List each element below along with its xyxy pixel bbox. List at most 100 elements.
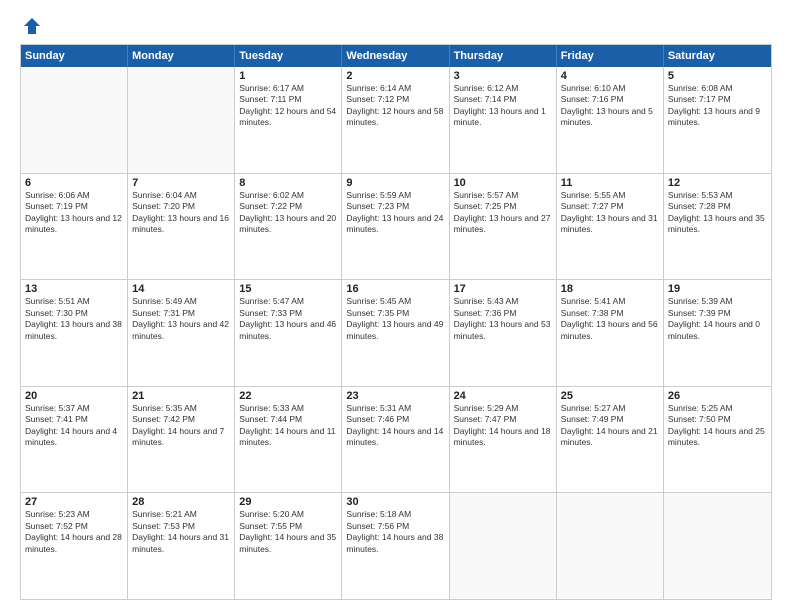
header [20,16,772,36]
empty-cell [664,493,771,599]
day-number: 17 [454,283,552,295]
day-info: Sunrise: 6:06 AM Sunset: 7:19 PM Dayligh… [25,190,123,236]
day-header-friday: Friday [557,45,664,67]
day-cell-8: 8Sunrise: 6:02 AM Sunset: 7:22 PM Daylig… [235,174,342,280]
day-info: Sunrise: 6:02 AM Sunset: 7:22 PM Dayligh… [239,190,337,236]
day-header-wednesday: Wednesday [342,45,449,67]
calendar-week-3: 13Sunrise: 5:51 AM Sunset: 7:30 PM Dayli… [21,279,771,386]
day-info: Sunrise: 5:23 AM Sunset: 7:52 PM Dayligh… [25,509,123,555]
day-cell-10: 10Sunrise: 5:57 AM Sunset: 7:25 PM Dayli… [450,174,557,280]
day-cell-2: 2Sunrise: 6:14 AM Sunset: 7:12 PM Daylig… [342,67,449,173]
day-number: 4 [561,70,659,82]
day-info: Sunrise: 5:47 AM Sunset: 7:33 PM Dayligh… [239,296,337,342]
day-cell-5: 5Sunrise: 6:08 AM Sunset: 7:17 PM Daylig… [664,67,771,173]
day-number: 5 [668,70,767,82]
logo [20,16,42,36]
day-info: Sunrise: 5:33 AM Sunset: 7:44 PM Dayligh… [239,403,337,449]
empty-cell [21,67,128,173]
day-cell-26: 26Sunrise: 5:25 AM Sunset: 7:50 PM Dayli… [664,387,771,493]
calendar-week-5: 27Sunrise: 5:23 AM Sunset: 7:52 PM Dayli… [21,492,771,599]
day-info: Sunrise: 5:31 AM Sunset: 7:46 PM Dayligh… [346,403,444,449]
day-cell-9: 9Sunrise: 5:59 AM Sunset: 7:23 PM Daylig… [342,174,449,280]
day-number: 14 [132,283,230,295]
day-number: 13 [25,283,123,295]
day-cell-21: 21Sunrise: 5:35 AM Sunset: 7:42 PM Dayli… [128,387,235,493]
empty-cell [557,493,664,599]
day-number: 28 [132,496,230,508]
logo-icon [22,16,42,36]
day-cell-24: 24Sunrise: 5:29 AM Sunset: 7:47 PM Dayli… [450,387,557,493]
day-number: 1 [239,70,337,82]
day-cell-20: 20Sunrise: 5:37 AM Sunset: 7:41 PM Dayli… [21,387,128,493]
day-number: 15 [239,283,337,295]
day-info: Sunrise: 5:59 AM Sunset: 7:23 PM Dayligh… [346,190,444,236]
day-info: Sunrise: 6:08 AM Sunset: 7:17 PM Dayligh… [668,83,767,129]
day-number: 11 [561,177,659,189]
day-cell-3: 3Sunrise: 6:12 AM Sunset: 7:14 PM Daylig… [450,67,557,173]
day-cell-19: 19Sunrise: 5:39 AM Sunset: 7:39 PM Dayli… [664,280,771,386]
empty-cell [128,67,235,173]
day-number: 29 [239,496,337,508]
day-number: 21 [132,390,230,402]
day-info: Sunrise: 6:12 AM Sunset: 7:14 PM Dayligh… [454,83,552,129]
calendar-week-4: 20Sunrise: 5:37 AM Sunset: 7:41 PM Dayli… [21,386,771,493]
day-cell-18: 18Sunrise: 5:41 AM Sunset: 7:38 PM Dayli… [557,280,664,386]
day-info: Sunrise: 5:57 AM Sunset: 7:25 PM Dayligh… [454,190,552,236]
calendar-body: 1Sunrise: 6:17 AM Sunset: 7:11 PM Daylig… [21,67,771,599]
day-number: 9 [346,177,444,189]
day-cell-12: 12Sunrise: 5:53 AM Sunset: 7:28 PM Dayli… [664,174,771,280]
day-number: 8 [239,177,337,189]
day-number: 24 [454,390,552,402]
day-cell-16: 16Sunrise: 5:45 AM Sunset: 7:35 PM Dayli… [342,280,449,386]
day-cell-14: 14Sunrise: 5:49 AM Sunset: 7:31 PM Dayli… [128,280,235,386]
day-info: Sunrise: 5:21 AM Sunset: 7:53 PM Dayligh… [132,509,230,555]
day-info: Sunrise: 5:18 AM Sunset: 7:56 PM Dayligh… [346,509,444,555]
day-number: 7 [132,177,230,189]
day-cell-15: 15Sunrise: 5:47 AM Sunset: 7:33 PM Dayli… [235,280,342,386]
day-cell-28: 28Sunrise: 5:21 AM Sunset: 7:53 PM Dayli… [128,493,235,599]
day-cell-29: 29Sunrise: 5:20 AM Sunset: 7:55 PM Dayli… [235,493,342,599]
day-info: Sunrise: 5:51 AM Sunset: 7:30 PM Dayligh… [25,296,123,342]
empty-cell [450,493,557,599]
day-info: Sunrise: 6:10 AM Sunset: 7:16 PM Dayligh… [561,83,659,129]
day-number: 12 [668,177,767,189]
day-info: Sunrise: 5:29 AM Sunset: 7:47 PM Dayligh… [454,403,552,449]
day-cell-7: 7Sunrise: 6:04 AM Sunset: 7:20 PM Daylig… [128,174,235,280]
day-cell-25: 25Sunrise: 5:27 AM Sunset: 7:49 PM Dayli… [557,387,664,493]
day-info: Sunrise: 5:55 AM Sunset: 7:27 PM Dayligh… [561,190,659,236]
day-info: Sunrise: 5:41 AM Sunset: 7:38 PM Dayligh… [561,296,659,342]
day-number: 25 [561,390,659,402]
day-cell-22: 22Sunrise: 5:33 AM Sunset: 7:44 PM Dayli… [235,387,342,493]
day-cell-27: 27Sunrise: 5:23 AM Sunset: 7:52 PM Dayli… [21,493,128,599]
day-info: Sunrise: 5:39 AM Sunset: 7:39 PM Dayligh… [668,296,767,342]
day-info: Sunrise: 6:04 AM Sunset: 7:20 PM Dayligh… [132,190,230,236]
day-info: Sunrise: 6:14 AM Sunset: 7:12 PM Dayligh… [346,83,444,129]
day-info: Sunrise: 5:53 AM Sunset: 7:28 PM Dayligh… [668,190,767,236]
day-info: Sunrise: 5:27 AM Sunset: 7:49 PM Dayligh… [561,403,659,449]
day-number: 19 [668,283,767,295]
day-header-monday: Monday [128,45,235,67]
day-number: 22 [239,390,337,402]
day-cell-1: 1Sunrise: 6:17 AM Sunset: 7:11 PM Daylig… [235,67,342,173]
day-header-saturday: Saturday [664,45,771,67]
day-number: 26 [668,390,767,402]
day-number: 16 [346,283,444,295]
day-info: Sunrise: 5:35 AM Sunset: 7:42 PM Dayligh… [132,403,230,449]
page: SundayMondayTuesdayWednesdayThursdayFrid… [0,0,792,612]
day-info: Sunrise: 6:17 AM Sunset: 7:11 PM Dayligh… [239,83,337,129]
day-number: 27 [25,496,123,508]
day-cell-11: 11Sunrise: 5:55 AM Sunset: 7:27 PM Dayli… [557,174,664,280]
day-number: 2 [346,70,444,82]
day-info: Sunrise: 5:49 AM Sunset: 7:31 PM Dayligh… [132,296,230,342]
day-number: 30 [346,496,444,508]
day-cell-4: 4Sunrise: 6:10 AM Sunset: 7:16 PM Daylig… [557,67,664,173]
day-cell-17: 17Sunrise: 5:43 AM Sunset: 7:36 PM Dayli… [450,280,557,386]
day-info: Sunrise: 5:20 AM Sunset: 7:55 PM Dayligh… [239,509,337,555]
day-info: Sunrise: 5:37 AM Sunset: 7:41 PM Dayligh… [25,403,123,449]
calendar-week-1: 1Sunrise: 6:17 AM Sunset: 7:11 PM Daylig… [21,67,771,173]
day-cell-6: 6Sunrise: 6:06 AM Sunset: 7:19 PM Daylig… [21,174,128,280]
day-info: Sunrise: 5:45 AM Sunset: 7:35 PM Dayligh… [346,296,444,342]
day-info: Sunrise: 5:43 AM Sunset: 7:36 PM Dayligh… [454,296,552,342]
day-number: 10 [454,177,552,189]
day-info: Sunrise: 5:25 AM Sunset: 7:50 PM Dayligh… [668,403,767,449]
